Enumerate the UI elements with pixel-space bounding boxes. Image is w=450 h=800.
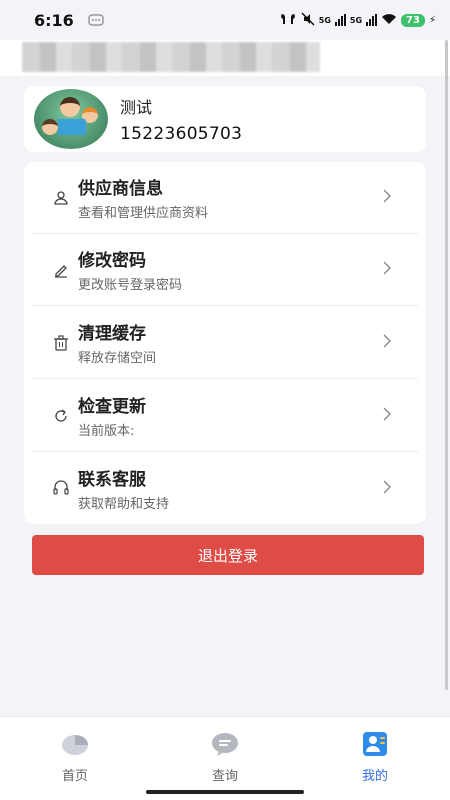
profile-name: 测试 bbox=[120, 98, 153, 117]
menu-item-title: 检查更新 bbox=[78, 397, 146, 417]
scrollbar[interactable] bbox=[445, 40, 448, 690]
menu-item-subtitle: 获取帮助和支持 bbox=[78, 496, 170, 512]
user-icon bbox=[50, 187, 72, 209]
battery-level: 73 bbox=[401, 13, 425, 27]
tab-label: 查询 bbox=[211, 769, 238, 784]
profile-phone: 15223605703 bbox=[120, 124, 243, 144]
avatar bbox=[34, 89, 108, 149]
menu-item-title: 供应商信息 bbox=[78, 179, 163, 199]
earbuds-icon bbox=[279, 13, 297, 28]
menu-item-subtitle: 更改账号登录密码 bbox=[78, 278, 183, 293]
network-label-2: 5G bbox=[349, 15, 363, 25]
headset-icon bbox=[50, 477, 72, 499]
menu-item-supplier-info[interactable]: 供应商信息 查看和管理供应商资料 bbox=[32, 162, 418, 234]
trash-icon bbox=[50, 332, 72, 354]
tab-label: 首页 bbox=[61, 769, 88, 784]
chevron-right-icon bbox=[376, 259, 398, 280]
profile-card[interactable]: 测试 15223605703 bbox=[24, 86, 426, 152]
obscured-title bbox=[22, 42, 320, 72]
chevron-right-icon bbox=[376, 332, 398, 353]
menu-item-title: 修改密码 bbox=[78, 251, 146, 271]
menu-item-change-password[interactable]: 修改密码 更改账号登录密码 bbox=[32, 234, 418, 306]
profile-card-icon bbox=[361, 731, 389, 757]
menu-item-subtitle: 释放存储空间 bbox=[78, 351, 157, 366]
signal-icon-2 bbox=[366, 14, 378, 26]
chevron-right-icon bbox=[376, 478, 398, 499]
home-indicator[interactable] bbox=[146, 790, 304, 794]
tab-label: 我的 bbox=[361, 769, 388, 784]
tab-mine[interactable]: 我的 bbox=[300, 717, 450, 800]
chevron-right-icon bbox=[376, 187, 398, 208]
wifi-icon bbox=[381, 13, 397, 28]
tab-home[interactable]: 首页 bbox=[0, 717, 150, 800]
message-icon bbox=[88, 11, 104, 30]
network-label-1: 5G bbox=[318, 15, 331, 25]
status-bar: 6:16 5G 5G 73 ⚡ bbox=[0, 0, 450, 40]
refresh-icon bbox=[50, 405, 72, 427]
chat-bubble-icon bbox=[211, 731, 239, 757]
menu-item-title: 联系客服 bbox=[78, 469, 146, 490]
menu-item-check-update[interactable]: 检查更新 当前版本: bbox=[32, 380, 418, 452]
edit-icon bbox=[50, 259, 72, 281]
menu-item-title: 清理缓存 bbox=[78, 324, 146, 344]
mute-icon bbox=[301, 11, 315, 29]
pie-chart-icon bbox=[61, 731, 89, 757]
app-header bbox=[0, 40, 450, 76]
chevron-right-icon bbox=[376, 405, 398, 426]
menu-item-clear-cache[interactable]: 清理缓存 释放存储空间 bbox=[32, 307, 418, 379]
charging-icon: ⚡ bbox=[428, 14, 436, 26]
settings-menu: 供应商信息 查看和管理供应商资料 修改密码 更改账号登录密码 清理缓存 释放存储… bbox=[24, 162, 426, 524]
tab-query[interactable]: 查询 bbox=[150, 717, 300, 800]
status-time: 6:16 bbox=[34, 10, 74, 30]
logout-button[interactable]: 退出登录 bbox=[32, 535, 424, 575]
menu-item-subtitle: 当前版本: bbox=[78, 424, 135, 439]
bottom-nav: 首页 查询 我的 bbox=[0, 716, 450, 800]
menu-item-subtitle: 查看和管理供应商资料 bbox=[78, 206, 209, 221]
signal-icon bbox=[334, 14, 346, 26]
menu-item-customer-service[interactable]: 联系客服 获取帮助和支持 bbox=[32, 452, 418, 524]
